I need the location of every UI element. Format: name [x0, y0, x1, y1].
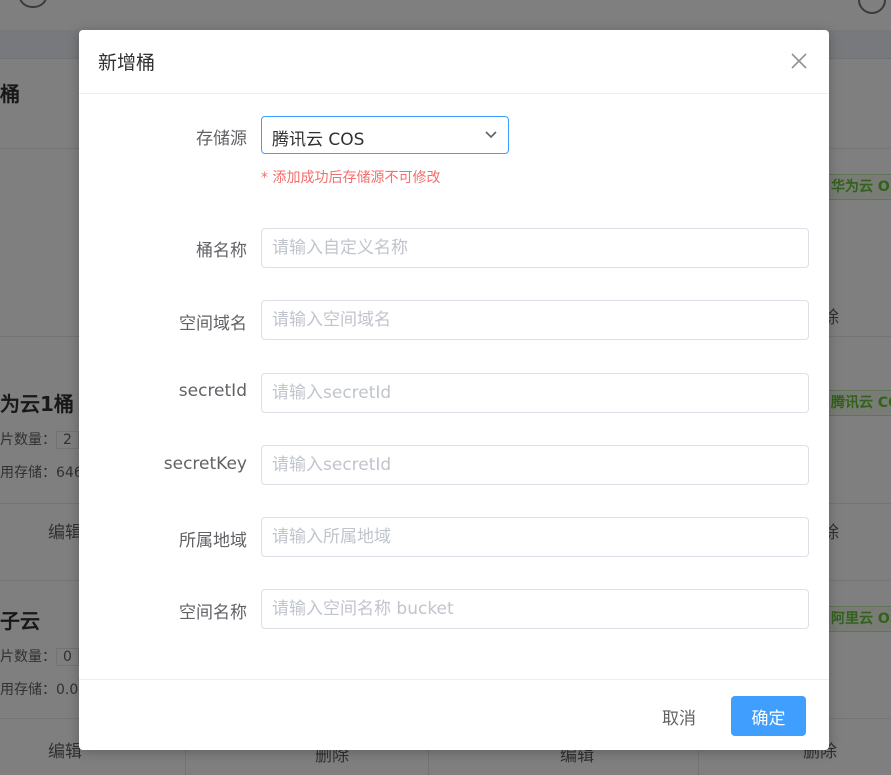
storage-source-label: 存储源	[196, 129, 247, 149]
close-button[interactable]	[788, 50, 810, 72]
region-label: 所属地域	[179, 531, 247, 551]
storage-source-hint: * 添加成功后存储源不可修改	[261, 170, 441, 186]
cancel-button[interactable]: 取消	[644, 697, 714, 735]
dialog-footer-divider	[79, 679, 829, 680]
close-icon	[791, 53, 807, 69]
region-input[interactable]	[261, 517, 809, 557]
confirm-button[interactable]: 确定	[731, 696, 806, 736]
domain-input[interactable]	[261, 300, 809, 340]
secret-key-label: secretKey	[163, 454, 247, 474]
bucket-name-label: 桶名称	[196, 241, 247, 261]
secret-id-input[interactable]	[261, 373, 809, 413]
storage-source-value: 腾讯云 COS	[272, 130, 365, 150]
secret-key-input[interactable]	[261, 445, 809, 485]
domain-label: 空间域名	[179, 314, 247, 334]
chevron-down-icon	[485, 131, 497, 139]
bucket-space-label: 空间名称	[179, 603, 247, 623]
dialog-header: 新增桶	[79, 30, 829, 94]
secret-id-label: secretId	[178, 381, 247, 401]
add-bucket-dialog: 新增桶 存储源 腾讯云 COS * 添加成功后存储源不可修改 桶名称 空间域名 …	[79, 30, 829, 750]
bucket-name-input[interactable]	[261, 228, 809, 268]
bucket-space-input[interactable]	[261, 589, 809, 629]
storage-source-select[interactable]: 腾讯云 COS	[261, 116, 509, 154]
dialog-title: 新增桶	[98, 52, 156, 74]
